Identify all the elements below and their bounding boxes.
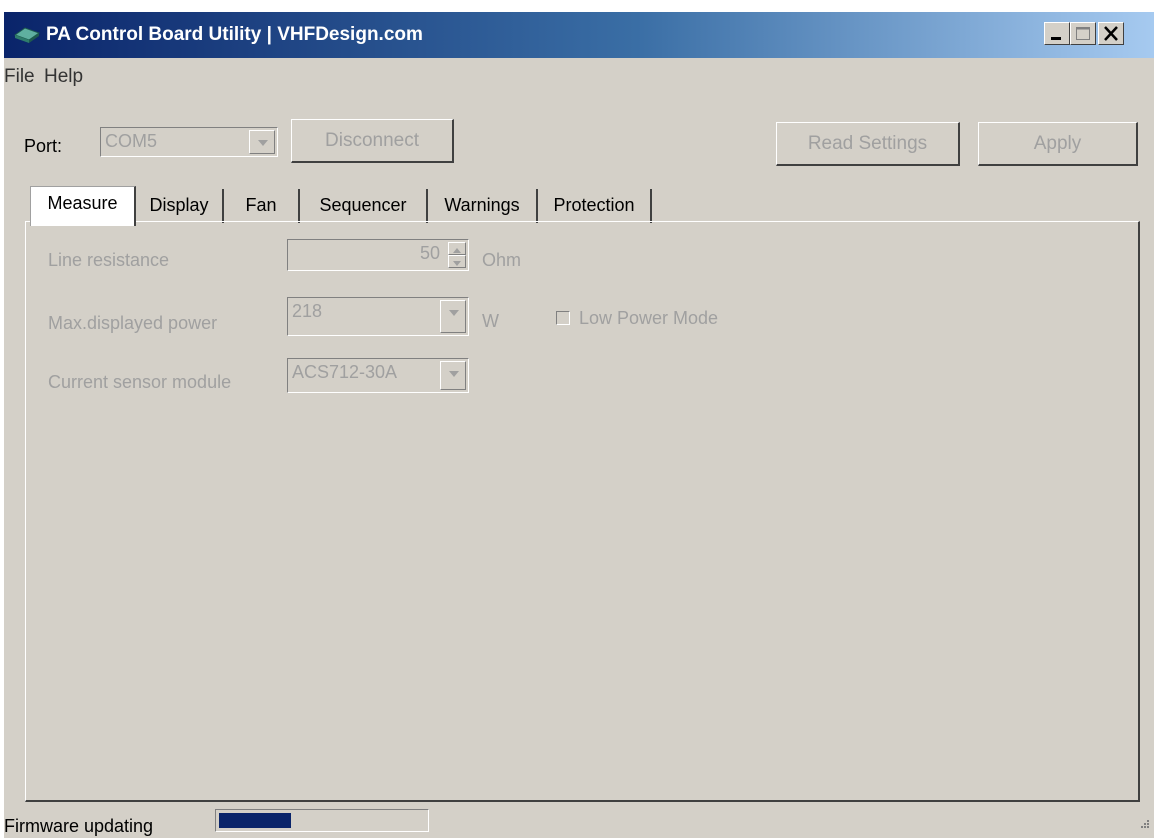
line-resistance-unit: Ohm <box>482 250 522 270</box>
firmware-progress-bar <box>215 809 429 832</box>
spin-up-button[interactable] <box>448 242 466 255</box>
app-window: PA Control Board Utility | VHFDesign.com… <box>4 12 1154 838</box>
app-icon <box>13 26 41 44</box>
progress-fill <box>219 813 291 828</box>
arrow-down-icon <box>449 256 465 273</box>
max-power-value: 218 <box>292 301 323 321</box>
tab-warnings[interactable]: Warnings <box>428 189 538 223</box>
status-label: Firmware updating <box>4 816 154 836</box>
maximize-button[interactable] <box>1070 22 1096 45</box>
current-sensor-label: Current sensor module <box>48 372 232 392</box>
current-sensor-value: ACS712-30A <box>292 362 398 382</box>
title-bar[interactable]: PA Control Board Utility | VHFDesign.com <box>4 12 1154 58</box>
line-resistance-label: Line resistance <box>48 250 170 270</box>
port-select[interactable]: COM5 <box>100 127 278 157</box>
disconnect-button[interactable]: Disconnect <box>291 119 454 163</box>
max-power-select[interactable]: 218 <box>287 297 469 336</box>
menu-file[interactable]: File <box>4 66 35 88</box>
minimize-button[interactable] <box>1044 22 1070 45</box>
port-dropdown-button[interactable] <box>249 130 275 154</box>
current-sensor-select[interactable]: ACS712-30A <box>287 358 469 393</box>
port-label: Port: <box>24 136 63 156</box>
tab-sequencer[interactable]: Sequencer <box>300 189 428 223</box>
resize-grip-icon[interactable] <box>1136 817 1150 836</box>
close-button[interactable] <box>1098 22 1124 45</box>
current-sensor-dropdown-button[interactable] <box>440 361 466 390</box>
max-power-unit: W <box>482 311 499 331</box>
tab-fan[interactable]: Fan <box>224 189 300 223</box>
line-resistance-value: 50 <box>419 243 440 263</box>
spin-down-button[interactable] <box>448 255 466 268</box>
read-settings-button[interactable]: Read Settings <box>776 122 960 166</box>
max-power-label: Max.displayed power <box>48 313 218 333</box>
menu-bar: File Help <box>4 58 1154 92</box>
low-power-mode-checkbox[interactable] <box>556 311 570 325</box>
max-power-dropdown-button[interactable] <box>440 300 466 333</box>
status-bar: Firmware updating <box>4 808 1154 838</box>
line-resistance-spinner[interactable]: 50 <box>287 239 469 271</box>
low-power-mode-label: Low Power Mode <box>579 308 719 328</box>
apply-button[interactable]: Apply <box>978 122 1138 166</box>
port-select-value: COM5 <box>105 131 158 151</box>
tab-measure[interactable]: Measure <box>30 186 136 226</box>
menu-help[interactable]: Help <box>44 66 83 88</box>
tab-protection[interactable]: Protection <box>538 189 652 223</box>
tab-display[interactable]: Display <box>136 189 224 223</box>
window-title: PA Control Board Utility | VHFDesign.com <box>46 24 423 45</box>
